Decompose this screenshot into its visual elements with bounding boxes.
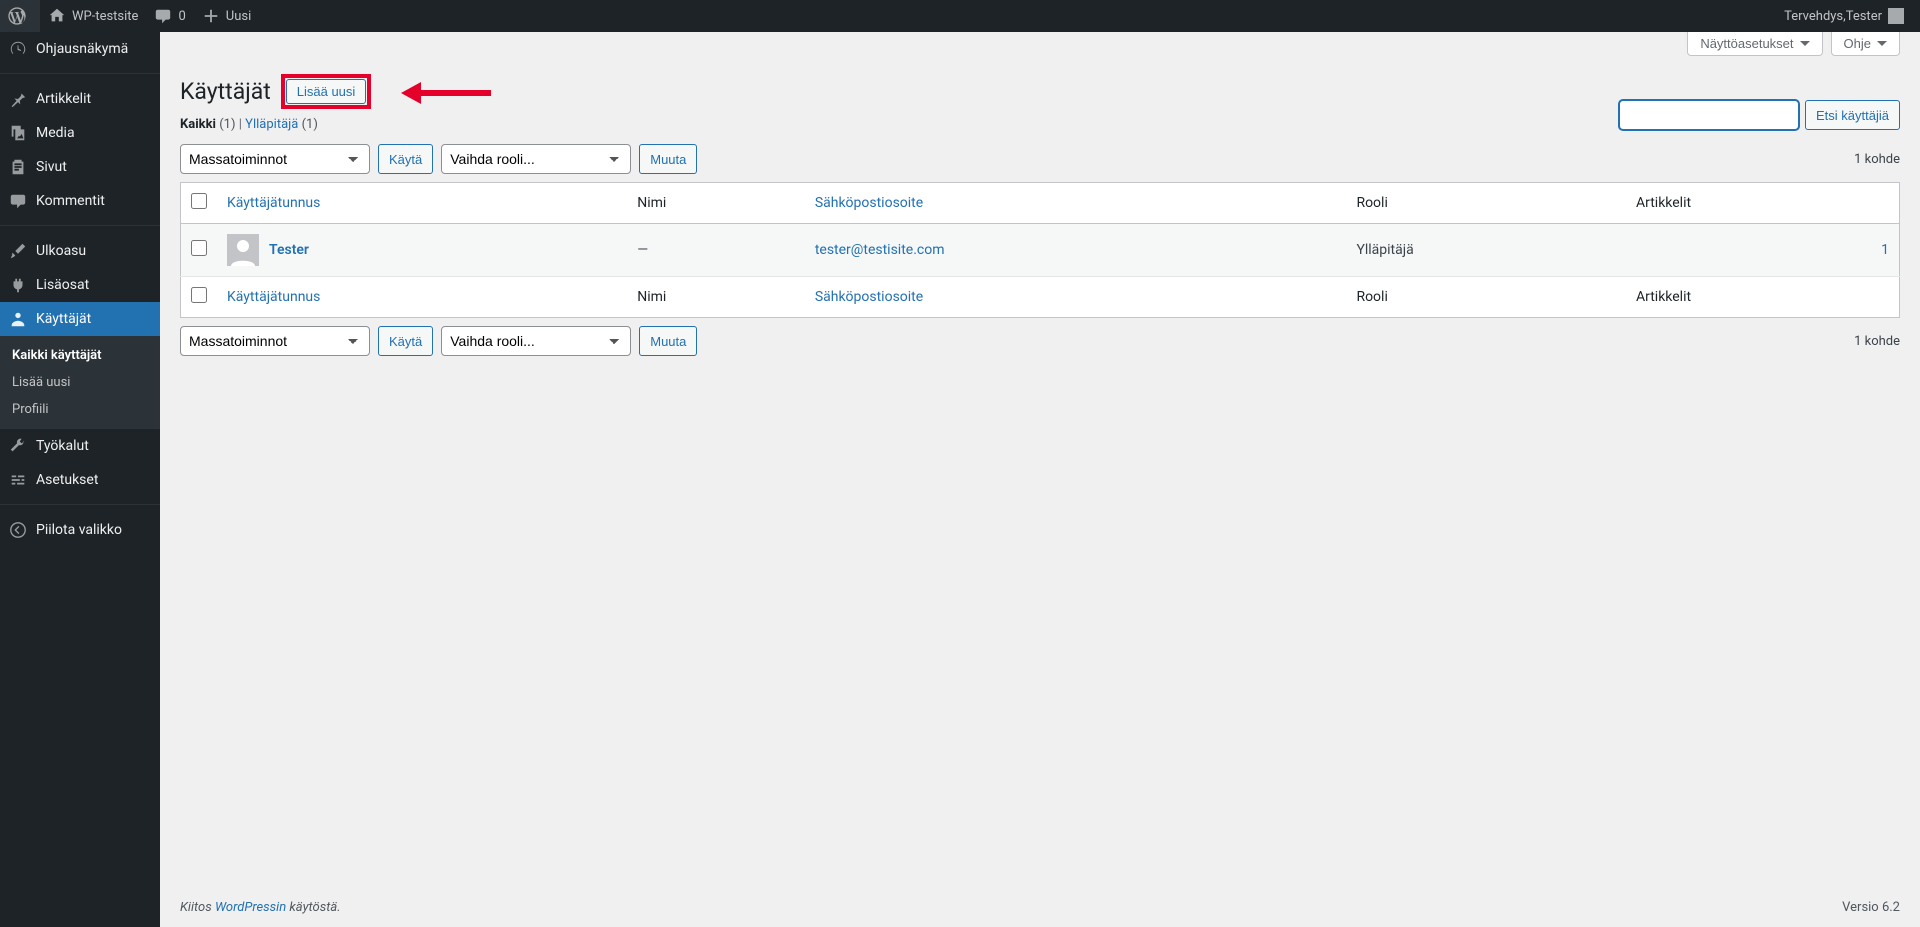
role-change-apply-bottom[interactable]: Muuta (639, 326, 697, 356)
plug-icon (8, 276, 28, 294)
filter-admin[interactable]: Ylläpitäjä (245, 117, 298, 132)
screen-options-button[interactable]: Näyttöasetukset (1687, 32, 1822, 56)
items-count-bottom: 1 kohde (1854, 334, 1900, 349)
chevron-down-icon (1800, 41, 1810, 46)
bulk-apply-top[interactable]: Käytä (378, 144, 433, 174)
role-change-apply-top[interactable]: Muuta (639, 144, 697, 174)
select-all-bottom[interactable] (191, 287, 207, 303)
submenu-profile[interactable]: Profiili (0, 396, 160, 423)
screen-meta-links: Näyttöasetukset Ohje (160, 32, 1920, 56)
table-row: Tester — tester@testisite.com Ylläpitäjä… (181, 224, 1900, 277)
menu-plugins[interactable]: Lisäosat (0, 268, 160, 302)
role-change-select-bottom[interactable]: Vaihda rooli... (441, 326, 631, 356)
new-content-menu[interactable]: Uusi (194, 0, 259, 32)
role-change-select-top[interactable]: Vaihda rooli... (441, 144, 631, 174)
bulk-action-select-top[interactable]: Massatoiminnot (180, 144, 370, 174)
tablenav-top: Massatoiminnot Käytä Vaihda rooli... Muu… (180, 144, 1900, 174)
col-name-header[interactable]: Nimi (627, 183, 805, 224)
brush-icon (8, 242, 28, 260)
site-name-menu[interactable]: WP-testsite (40, 0, 146, 32)
wrench-icon (8, 437, 28, 455)
avatar-icon (227, 234, 259, 266)
col-email-header[interactable]: Sähköpostiosoite (805, 183, 1347, 224)
menu-comments[interactable]: Kommentit (0, 184, 160, 218)
plus-icon (202, 7, 220, 25)
bulk-action-select-bottom[interactable]: Massatoiminnot (180, 326, 370, 356)
user-link[interactable]: Tester (269, 242, 309, 258)
user-role-cell: Ylläpitäjä (1346, 224, 1626, 277)
menu-tools[interactable]: Työkalut (0, 429, 160, 463)
my-account-menu[interactable]: Tervehdys, Tester (1776, 0, 1912, 32)
home-icon (48, 7, 66, 25)
users-table: Käyttäjätunnus Nimi Sähköpostiosoite Roo… (180, 182, 1900, 318)
menu-posts[interactable]: Artikkelit (0, 82, 160, 116)
users-submenu: Kaikki käyttäjät Lisää uusi Profiili (0, 336, 160, 429)
user-email-link[interactable]: tester@testisite.com (815, 242, 945, 258)
col-role-footer[interactable]: Rooli (1346, 277, 1626, 318)
select-all-top[interactable] (191, 193, 207, 209)
bulk-apply-bottom[interactable]: Käytä (378, 326, 433, 356)
highlight-annotation: Lisää uusi (281, 74, 372, 109)
collapse-icon (8, 521, 28, 539)
tablenav-bottom: Massatoiminnot Käytä Vaihda rooli... Muu… (180, 326, 1900, 356)
version-text: Versio 6.2 (1842, 900, 1900, 915)
avatar-icon (1888, 8, 1904, 24)
filter-all[interactable]: Kaikki (180, 117, 216, 132)
collapse-menu[interactable]: Piilota valikko (0, 513, 160, 547)
user-name-cell: — (627, 224, 805, 277)
items-count-top: 1 kohde (1854, 152, 1900, 167)
user-icon (8, 310, 28, 328)
arrow-annotation (401, 82, 491, 102)
wordpress-icon (8, 7, 26, 25)
add-new-button[interactable]: Lisää uusi (286, 79, 367, 104)
submenu-add-new[interactable]: Lisää uusi (0, 369, 160, 396)
col-username-footer[interactable]: Käyttäjätunnus (217, 277, 627, 318)
menu-pages[interactable]: Sivut (0, 150, 160, 184)
search-input[interactable] (1619, 100, 1799, 130)
page-title: Käyttäjät (180, 78, 271, 105)
pin-icon (8, 90, 28, 108)
dashboard-icon (8, 40, 28, 58)
menu-separator (0, 69, 160, 74)
wp-logo-menu[interactable] (0, 0, 40, 32)
comments-menu[interactable]: 0 (146, 0, 193, 32)
admin-bar: WP-testsite 0 Uusi Tervehdys, Tester (0, 0, 1920, 32)
admin-sidebar: Ohjausnäkymä Artikkelit Media Sivut Komm… (0, 32, 160, 927)
menu-media[interactable]: Media (0, 116, 160, 150)
submenu-all-users[interactable]: Kaikki käyttäjät (0, 342, 160, 369)
help-button[interactable]: Ohje (1831, 32, 1900, 56)
user-posts-link[interactable]: 1 (1881, 242, 1889, 258)
menu-separator (0, 221, 160, 226)
chevron-down-icon (1877, 41, 1887, 46)
col-email-footer[interactable]: Sähköpostiosoite (805, 277, 1347, 318)
site-name: WP-testsite (72, 9, 138, 24)
search-box: Etsi käyttäjiä (1619, 100, 1900, 130)
menu-appearance[interactable]: Ulkoasu (0, 234, 160, 268)
col-posts-header[interactable]: Artikkelit (1626, 183, 1900, 224)
col-role-header[interactable]: Rooli (1346, 183, 1626, 224)
comment-icon (154, 7, 172, 25)
media-icon (8, 124, 28, 142)
comment-icon (8, 192, 28, 210)
search-submit-button[interactable]: Etsi käyttäjiä (1805, 100, 1900, 130)
menu-users[interactable]: Käyttäjät (0, 302, 160, 336)
wordpress-link[interactable]: WordPressin (215, 900, 286, 915)
col-posts-footer[interactable]: Artikkelit (1626, 277, 1900, 318)
row-checkbox[interactable] (191, 240, 207, 256)
col-name-footer[interactable]: Nimi (627, 277, 805, 318)
howdy-text: Tervehdys, (1784, 9, 1846, 24)
menu-dashboard[interactable]: Ohjausnäkymä (0, 32, 160, 66)
howdy-user: Tester (1846, 9, 1882, 24)
admin-footer: Kiitos WordPressin käytöstä. Versio 6.2 (160, 887, 1920, 927)
page-icon (8, 158, 28, 176)
menu-settings[interactable]: Asetukset (0, 463, 160, 497)
new-content-label: Uusi (226, 9, 251, 24)
menu-separator (0, 500, 160, 505)
sliders-icon (8, 471, 28, 489)
col-username-header[interactable]: Käyttäjätunnus (217, 183, 627, 224)
comments-count: 0 (178, 9, 185, 24)
